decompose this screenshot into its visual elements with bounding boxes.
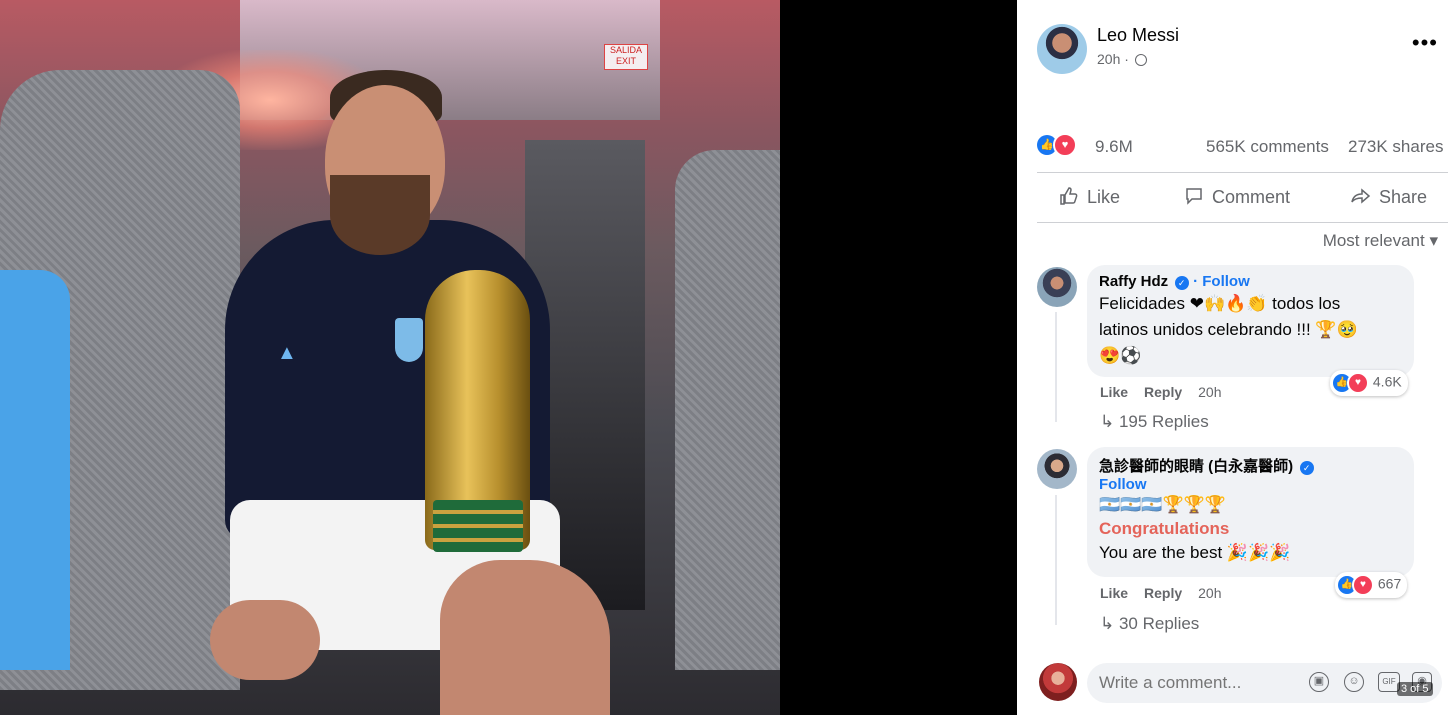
comment-button[interactable]: Comment (1184, 186, 1290, 208)
photo-background (780, 0, 1017, 715)
comment-text-highlight: Congratulations (1099, 519, 1230, 538)
like-button[interactable]: Like (1059, 186, 1120, 208)
commenter-avatar[interactable] (1037, 449, 1077, 489)
share-arrow-icon (1351, 188, 1371, 204)
thumbs-up-icon (1060, 187, 1078, 205)
person-beard (330, 175, 430, 255)
share-button[interactable]: Share (1351, 186, 1427, 208)
trophy-base (433, 500, 523, 552)
comment-text: Felicidades ❤🙌🔥👏 todos los (1099, 294, 1341, 313)
emoji-icon[interactable]: ☺ (1344, 672, 1364, 692)
like-label: Like (1087, 187, 1121, 207)
globe-icon (1134, 54, 1147, 66)
shares-count[interactable]: 273K shares (1348, 137, 1443, 157)
person-leg (440, 560, 610, 715)
comment-text: 😍⚽ (1099, 346, 1142, 365)
verified-badge-icon: ✓ (1299, 461, 1314, 475)
comment-label: Comment (1212, 187, 1291, 207)
comment-reply-link[interactable]: Reply (1144, 384, 1182, 400)
post-time-text[interactable]: 20h · (1097, 51, 1129, 67)
follow-link[interactable]: Follow (1099, 476, 1402, 493)
comment-bubble: Raffy Hdz ✓ · Follow Felicidades ❤🙌🔥👏 to… (1087, 265, 1414, 377)
comment-reaction-count: 4.6K (1372, 373, 1402, 390)
comment-time[interactable]: 20h (1198, 384, 1221, 400)
commenter-avatar[interactable] (1037, 267, 1077, 307)
divider (1037, 172, 1448, 173)
follow-link[interactable]: · Follow (1193, 273, 1250, 290)
love-reaction-icon: ♥ (1347, 372, 1369, 394)
thread-line (1055, 312, 1057, 422)
comment-actions: Like Reply 20h (1100, 384, 1222, 400)
reaction-count[interactable]: 9.6M (1095, 137, 1133, 157)
comment-reaction-count: 667 (1377, 575, 1402, 592)
comments-count[interactable]: 565K comments (1206, 137, 1329, 157)
divider (1037, 222, 1448, 223)
comment-like-link[interactable]: Like (1100, 585, 1128, 601)
neighbor-arm (0, 270, 70, 670)
share-label: Share (1379, 187, 1428, 207)
comment-text: latinos unidos celebrando !!! 🏆🥹 (1099, 320, 1358, 339)
author-avatar[interactable] (1037, 24, 1087, 74)
sticker-icon[interactable]: ▣ (1309, 672, 1329, 692)
love-reaction-icon: ♥ (1352, 574, 1374, 596)
comment-like-link[interactable]: Like (1100, 384, 1128, 400)
view-replies-link[interactable]: ↳ 195 Replies (1100, 412, 1209, 432)
self-avatar[interactable] (1039, 663, 1077, 701)
reaction-icons[interactable]: 👍 ♥ (1037, 133, 1077, 157)
verified-badge-icon: ✓ (1174, 276, 1189, 290)
post-time: 20h · (1097, 51, 1147, 67)
thread-line (1055, 495, 1057, 625)
view-replies-link[interactable]: ↳ 30 Replies (1100, 614, 1199, 634)
sort-comments-dropdown[interactable]: Most relevant ▾ (1323, 231, 1438, 251)
commenter-name[interactable]: 急診醫師的眼睛 (白永嘉醫師) (1099, 458, 1293, 475)
speech-bubble-icon (1186, 188, 1202, 205)
post-panel: Leo Messi 20h · ••• 👍 ♥ 9.6M 565K comment… (1017, 0, 1448, 715)
more-options-button[interactable]: ••• (1412, 30, 1438, 56)
commenter-name[interactable]: Raffy Hdz (1099, 273, 1168, 290)
comment-time[interactable]: 20h (1198, 585, 1221, 601)
follow-label: Follow (1202, 273, 1250, 290)
comment-reply-link[interactable]: Reply (1144, 585, 1182, 601)
author-name[interactable]: Leo Messi (1097, 25, 1179, 46)
comment-text: 🇦🇷🇦🇷🇦🇷🏆🏆🏆 (1099, 495, 1227, 514)
comment-bubble: 急診醫師的眼睛 (白永嘉醫師) ✓ Follow 🇦🇷🇦🇷🇦🇷🏆🏆🏆 Congr… (1087, 447, 1414, 577)
comment-reactions[interactable]: 👍 ♥ 4.6K (1330, 370, 1408, 396)
person-hand (210, 600, 320, 680)
afa-crest (395, 318, 423, 362)
adidas-logo: ▲ (277, 342, 297, 364)
seat-right (675, 150, 780, 670)
page-counter: 3 of 5 (1397, 682, 1433, 696)
post-photo[interactable]: SALIDA EXIT ▲ (0, 0, 780, 715)
love-reaction-icon: ♥ (1053, 133, 1077, 157)
comment-reactions[interactable]: 👍 ♥ 667 (1335, 572, 1408, 598)
exit-sign: SALIDA EXIT (604, 44, 648, 70)
comment-actions: Like Reply 20h (1100, 585, 1222, 601)
comment-text: You are the best 🎉🎉🎉 (1099, 543, 1291, 562)
